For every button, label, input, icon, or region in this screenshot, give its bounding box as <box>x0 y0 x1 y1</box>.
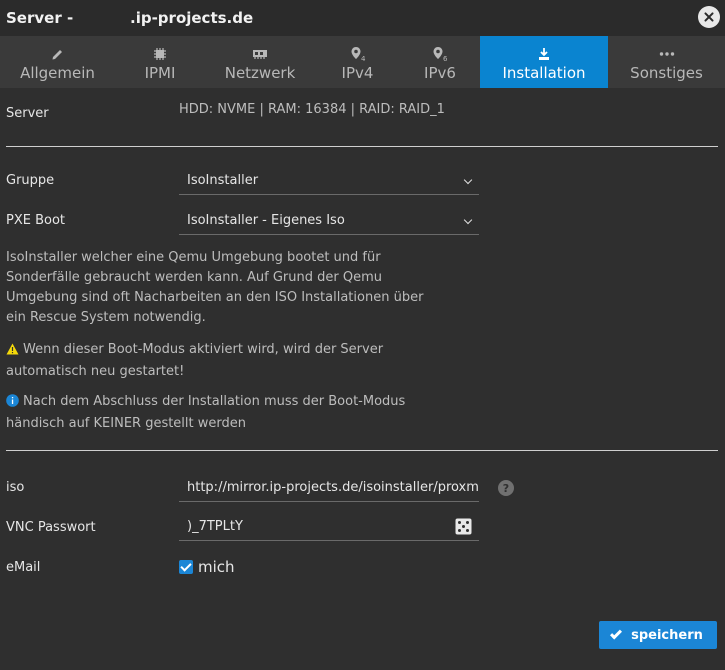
tab-installation[interactable]: Installation <box>480 36 608 88</box>
info-icon <box>6 394 19 414</box>
title-bar: Server - .ip-projects.de <box>0 0 725 36</box>
pxe-boot-label: PXE Boot <box>6 213 66 228</box>
tab-label: Sonstiges <box>630 64 703 82</box>
vnc-password-input[interactable]: )_7TPLtY <box>179 513 479 541</box>
tab-ipv6[interactable]: 6 IPv6 <box>400 36 480 88</box>
tab-label: IPMI <box>144 64 176 82</box>
gruppe-select[interactable]: IsoInstaller <box>179 167 479 195</box>
close-button[interactable] <box>698 6 720 28</box>
svg-text:6: 6 <box>443 55 448 62</box>
pencil-icon <box>51 45 65 63</box>
chip-icon <box>153 45 167 63</box>
chevron-down-icon <box>463 215 473 225</box>
email-label: eMail <box>6 560 41 575</box>
email-me-label[interactable]: mich <box>198 558 235 576</box>
iso-url-input[interactable]: http://mirror.ip-projects.de/isoinstalle… <box>179 474 479 502</box>
dice-icon[interactable] <box>455 518 472 535</box>
svg-text:4: 4 <box>361 55 366 62</box>
vnc-password-label: VNC Passwort <box>6 520 96 535</box>
ellipsis-icon <box>659 45 675 63</box>
tab-ipmi[interactable]: IPMI <box>115 36 205 88</box>
save-button-label: speichern <box>631 627 703 643</box>
vnc-password-value: )_7TPLtY <box>187 519 243 534</box>
divider <box>6 450 718 451</box>
chevron-down-icon <box>463 175 473 185</box>
tab-bar: Allgemein IPMI Netzwerk 4 IPv4 6 IPv6 In… <box>0 36 725 88</box>
divider <box>6 146 718 147</box>
checkmark-icon <box>610 627 623 640</box>
network-card-icon <box>252 45 268 63</box>
boot-mode-description: IsoInstaller welcher eine Qemu Umgebung … <box>6 250 424 325</box>
pxe-boot-select[interactable]: IsoInstaller - Eigenes Iso <box>179 207 479 235</box>
gruppe-selected-value: IsoInstaller <box>187 173 259 188</box>
title-host: .ip-projects.de <box>130 9 254 27</box>
save-button[interactable]: speichern <box>599 621 717 649</box>
window-title: Server - .ip-projects.de <box>6 9 253 27</box>
email-me-checkbox[interactable] <box>179 560 193 574</box>
help-icon[interactable]: ? <box>498 480 514 496</box>
gruppe-label: Gruppe <box>6 173 55 188</box>
pin-6-icon: 6 <box>432 45 448 63</box>
download-icon <box>537 45 551 63</box>
tab-label: Netzwerk <box>224 64 296 82</box>
tab-label: Allgemein <box>20 64 95 82</box>
tab-label: Installation <box>502 64 586 82</box>
tab-netzwerk[interactable]: Netzwerk <box>205 36 315 88</box>
title-prefix: Server - <box>6 9 74 27</box>
iso-url-value: http://mirror.ip-projects.de/isoinstalle… <box>187 480 479 495</box>
warning-icon <box>6 342 19 362</box>
server-specs: HDD: NVME | RAM: 16384 | RAID: RAID_1 <box>179 102 445 117</box>
warning-text: Wenn dieser Boot-Modus aktiviert wird, w… <box>6 342 384 379</box>
pxe-boot-selected-value: IsoInstaller - Eigenes Iso <box>187 213 345 228</box>
warning-notice: Wenn dieser Boot-Modus aktiviert wird, w… <box>6 340 436 382</box>
server-label: Server <box>6 106 49 121</box>
iso-label: iso <box>6 480 25 495</box>
tab-ipv4[interactable]: 4 IPv4 <box>315 36 400 88</box>
pin-4-icon: 4 <box>350 45 366 63</box>
info-text: Nach dem Abschluss der Installation muss… <box>6 394 406 431</box>
info-notice: Nach dem Abschluss der Installation muss… <box>6 392 436 434</box>
tab-label: IPv6 <box>424 64 456 82</box>
tab-allgemein[interactable]: Allgemein <box>0 36 115 88</box>
tab-sonstiges[interactable]: Sonstiges <box>608 36 725 88</box>
tab-label: IPv4 <box>341 64 374 82</box>
